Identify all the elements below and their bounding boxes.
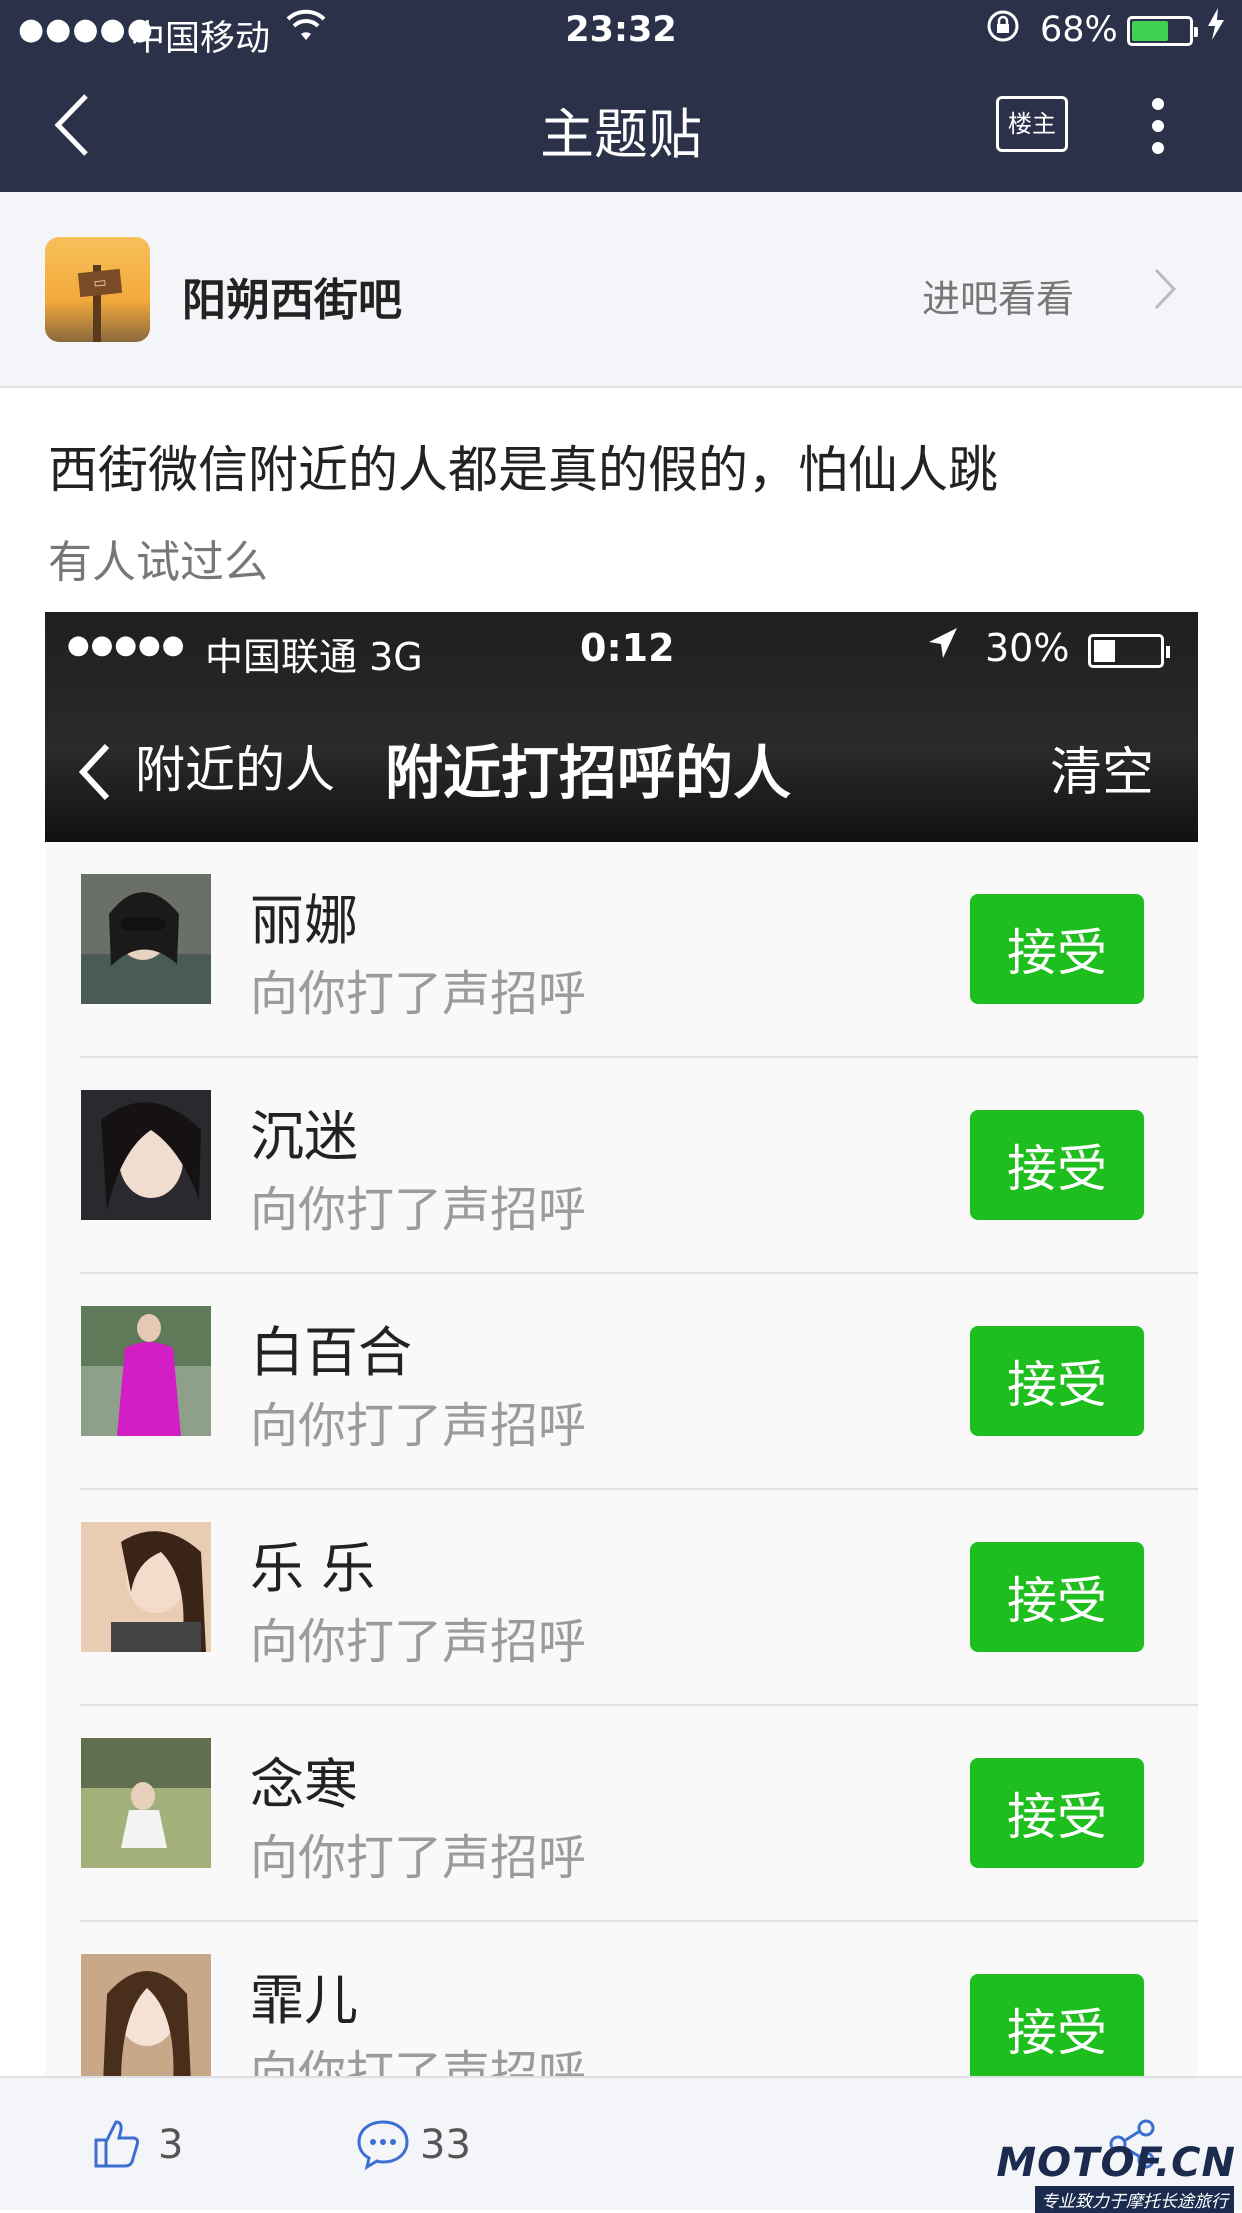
comment-bubble-icon[interactable] (356, 2118, 410, 2171)
visit-forum-link[interactable]: 进吧看看 (922, 268, 1074, 323)
more-vertical-icon[interactable] (1146, 98, 1170, 158)
contact-name: 沉迷 (250, 1105, 358, 1168)
list-item: 沉迷 向你打了声招呼 接受 (45, 1058, 1198, 1274)
contact-name: 念寒 (250, 1753, 358, 1816)
greeting-text: 向你打了声招呼 (250, 1830, 587, 1886)
thumbs-up-icon[interactable] (92, 2118, 142, 2170)
list-item: 白百合 向你打了声招呼 接受 (45, 1274, 1198, 1490)
forum-header[interactable]: ▭ 阳朔西街吧 进吧看看 (0, 192, 1242, 388)
location-arrow-icon (925, 624, 961, 673)
avatar (81, 1090, 211, 1220)
embedded-clear-label: 清空 (1050, 743, 1155, 803)
owner-only-button[interactable]: 楼主 (996, 96, 1068, 152)
embedded-signal: ●●●●● (67, 630, 186, 660)
list-item: 霏儿 向你打了声招呼 接受 (45, 1922, 1198, 2077)
battery-percent: 68% (1040, 10, 1118, 50)
greeting-text: 向你打了声招呼 (250, 1614, 587, 1670)
forum-avatar: ▭ (45, 237, 150, 342)
navigation-bar: 主题贴 楼主 (0, 62, 1242, 192)
forum-name: 阳朔西街吧 (182, 275, 402, 326)
contact-name: 白百合 (250, 1321, 412, 1384)
contact-name: 丽娜 (250, 889, 358, 952)
greeting-text: 向你打了声招呼 (250, 1182, 587, 1238)
accept-button: 接受 (970, 1110, 1144, 1220)
charging-bolt-icon (1206, 8, 1226, 48)
embedded-title: 附近打招呼的人 (385, 739, 792, 807)
greeting-list: 丽娜 向你打了声招呼 接受 沉迷 向你打了声招呼 接受 白百合 向你打了声招呼 … (45, 842, 1198, 2077)
accept-button: 接受 (970, 894, 1144, 1004)
avatar (81, 1738, 211, 1868)
accept-button: 接受 (970, 1758, 1144, 1868)
watermark-site: MOTOF.CN (996, 2140, 1236, 2186)
chevron-right-icon (1150, 266, 1180, 312)
post-body: 有人试过么 (48, 537, 268, 588)
contact-name: 乐 乐 (250, 1537, 376, 1600)
avatar (81, 874, 211, 1004)
avatar (81, 1954, 211, 2077)
watermark-slogan: 专业致力于摩托长途旅行 (1035, 2186, 1234, 2213)
like-count: 3 (158, 2122, 184, 2168)
comment-count: 33 (420, 2122, 471, 2168)
greeting-text: 向你打了声招呼 (250, 966, 587, 1022)
embedded-header: ●●●●● 中国联通 3G 0:12 30% 附近的人 附近打招呼的人 清空 (45, 612, 1198, 842)
avatar (81, 1522, 211, 1652)
list-item: 丽娜 向你打了声招呼 接受 (45, 842, 1198, 1058)
status-bar: ●●●●● 中国移动 23:32 68% (0, 0, 1242, 62)
embedded-clock: 0:12 (580, 626, 675, 670)
embedded-battery-icon (1088, 634, 1170, 668)
accept-button: 接受 (970, 1326, 1144, 1436)
greeting-text: 向你打了声招呼 (250, 2046, 587, 2077)
list-item: 乐 乐 向你打了声招呼 接受 (45, 1490, 1198, 1706)
post-image[interactable]: ●●●●● 中国联通 3G 0:12 30% 附近的人 附近打招呼的人 清空 丽… (45, 612, 1198, 2077)
greeting-text: 向你打了声招呼 (250, 1398, 587, 1454)
watermark: MOTOF.CN 专业致力于摩托长途旅行 (996, 2140, 1242, 2213)
embedded-back-chevron-icon (75, 740, 115, 804)
battery-icon (1127, 16, 1198, 46)
avatar (81, 1306, 211, 1436)
embedded-carrier: 中国联通 3G (205, 635, 423, 679)
accept-button: 接受 (970, 1974, 1144, 2077)
list-item: 念寒 向你打了声招呼 接受 (45, 1706, 1198, 1922)
top-bar: ●●●●● 中国移动 23:32 68% 主题贴 楼主 (0, 0, 1242, 192)
embedded-battery-percent: 30% (985, 626, 1070, 670)
rotation-lock-icon (985, 8, 1021, 53)
embedded-back-label: 附近的人 (135, 741, 335, 799)
contact-name: 霏儿 (250, 1969, 358, 2032)
accept-button: 接受 (970, 1542, 1144, 1652)
post-title: 西街微信附近的人都是真的假的，怕仙人跳 (48, 441, 998, 499)
